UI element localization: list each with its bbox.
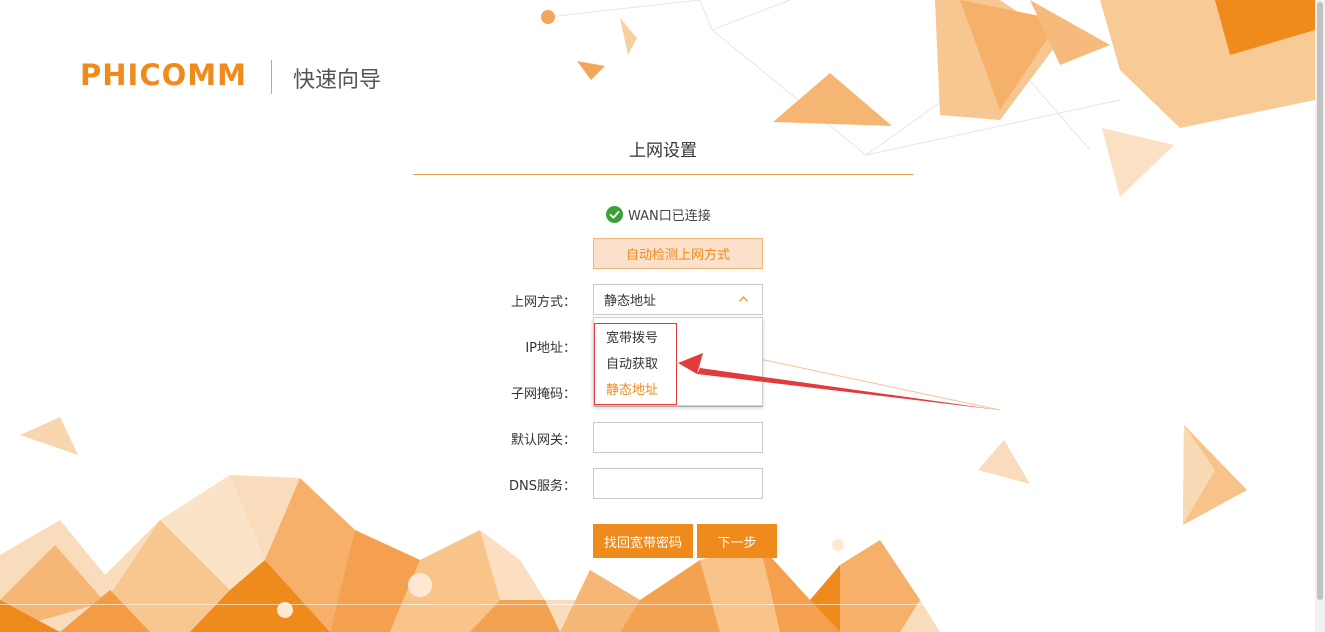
subnet-mask-label: 子网掩码：: [510, 387, 576, 402]
connection-type-select[interactable]: 静态地址: [593, 284, 763, 315]
section-title: 上网设置: [629, 141, 697, 161]
footer-divider: [0, 604, 1315, 605]
default-gateway-input[interactable]: [593, 422, 763, 453]
auto-detect-button[interactable]: 自动检测上网方式: [593, 238, 763, 269]
dropdown-option-pppoe[interactable]: 宽带拨号: [606, 327, 658, 346]
recover-broadband-password-button[interactable]: 找回宽带密码: [593, 524, 693, 558]
connection-type-label: 上网方式：: [510, 295, 576, 310]
ip-address-label: IP地址：: [525, 341, 576, 356]
page-scrollbar[interactable]: [1315, 0, 1325, 632]
dropdown-option-static[interactable]: 静态地址: [606, 379, 658, 398]
check-circle-icon: [606, 205, 623, 223]
wan-status-text: WAN口已连接: [628, 208, 711, 224]
section-underline: [413, 174, 913, 175]
scrollbar-thumb[interactable]: [1317, 2, 1323, 600]
dns-server-label: DNS服务：: [509, 479, 576, 494]
chevron-up-icon: [739, 296, 748, 302]
next-step-button[interactable]: 下一步: [697, 524, 777, 558]
default-gateway-label: 默认网关：: [510, 433, 576, 448]
dns-server-input[interactable]: [593, 468, 763, 499]
connection-type-value: 静态地址: [604, 294, 657, 309]
wizard-title: 快速向导: [293, 68, 382, 93]
phicomm-logo: PHICOMM: [80, 58, 247, 92]
dropdown-option-dhcp[interactable]: 自动获取: [606, 353, 658, 372]
wan-status: WAN口已连接: [606, 204, 711, 224]
header-divider: [271, 60, 272, 94]
